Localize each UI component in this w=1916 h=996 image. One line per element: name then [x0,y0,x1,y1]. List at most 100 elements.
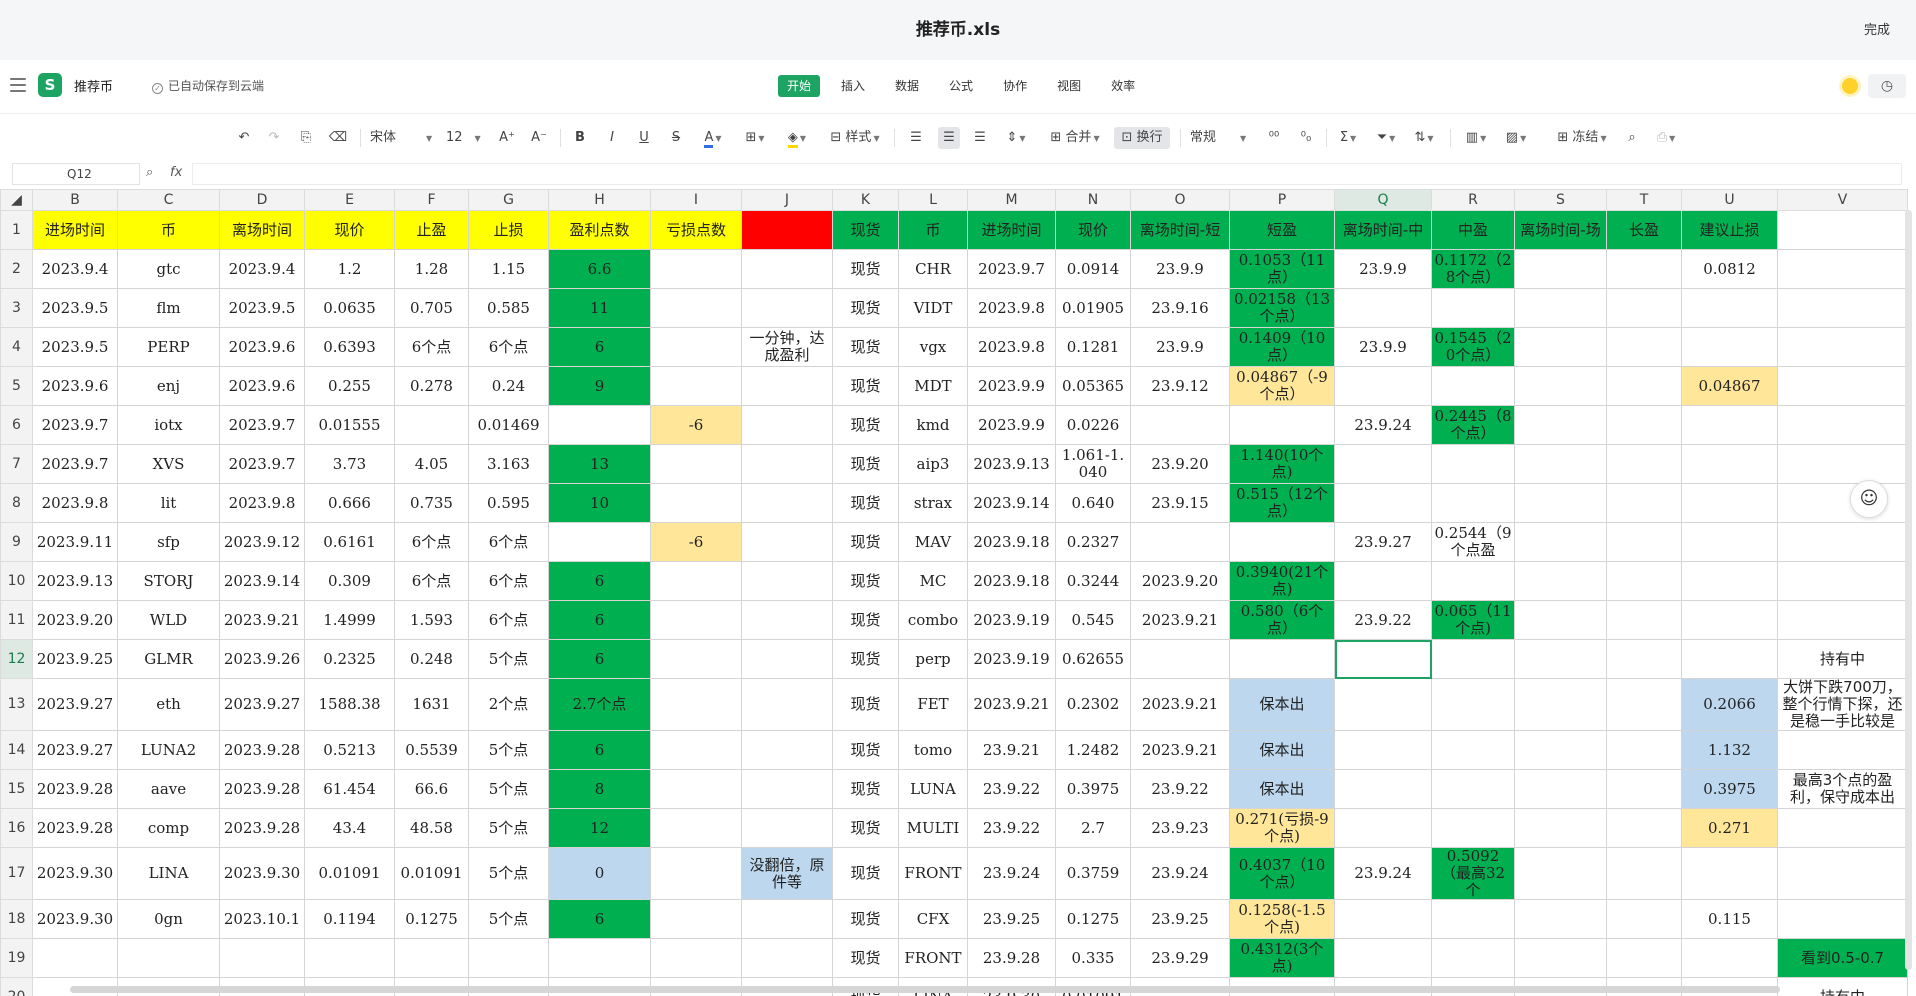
font-name-select[interactable]: 宋体 ▼ [370,127,438,149]
cell-c5[interactable]: enj [117,366,220,406]
cell-q15[interactable] [1334,769,1432,809]
cell-h6[interactable] [548,405,651,445]
cell-k1[interactable]: 现货 [832,210,899,250]
cell-h17[interactable]: 0 [548,847,651,900]
column-header-t[interactable]: T [1606,189,1682,211]
horizontal-scrollbar[interactable] [70,986,1780,993]
cell-i7[interactable] [650,444,742,484]
cell-p11[interactable]: 0.580（6个点） [1229,600,1335,640]
cell-p3[interactable]: 0.02158（13个点） [1229,288,1335,328]
cell-r14[interactable] [1431,730,1515,770]
cell-i17[interactable] [650,847,742,900]
cell-n9[interactable]: 0.2327 [1055,522,1131,562]
column-header-j[interactable]: J [741,189,833,211]
cell-v14[interactable] [1777,730,1908,770]
align-left-icon[interactable]: ☰ [906,127,926,149]
filter-icon[interactable]: ⏷ ▼ [1372,127,1400,149]
row-header-17[interactable]: 17 [0,847,33,900]
cell-d8[interactable]: 2023.9.8 [219,483,305,523]
select-all-corner[interactable]: ◢ [0,189,33,211]
search-icon[interactable]: ⌕ [1622,127,1642,149]
cell-i14[interactable] [650,730,742,770]
cell-l1[interactable]: 币 [898,210,968,250]
cell-r15[interactable] [1431,769,1515,809]
cell-q8[interactable] [1334,483,1432,523]
cell-m12[interactable]: 2023.9.19 [967,639,1056,679]
notification-icon[interactable] [1842,78,1858,94]
cell-h14[interactable]: 6 [548,730,651,770]
cell-k11[interactable]: 现货 [832,600,899,640]
cell-v17[interactable] [1777,847,1908,900]
cell-u7[interactable] [1681,444,1778,484]
cell-r16[interactable] [1431,808,1515,848]
cell-s12[interactable] [1514,639,1607,679]
cell-e7[interactable]: 3.73 [304,444,395,484]
align-right-icon[interactable]: ☰ [970,127,990,149]
cell-e5[interactable]: 0.255 [304,366,395,406]
cell-t13[interactable] [1606,678,1682,731]
cell-n3[interactable]: 0.01905 [1055,288,1131,328]
cell-v7[interactable] [1777,444,1908,484]
cell-j19[interactable] [741,938,833,978]
cell-b16[interactable]: 2023.9.28 [32,808,118,848]
done-button[interactable]: 完成 [1853,18,1900,44]
cell-v16[interactable] [1777,808,1908,848]
cell-u19[interactable] [1681,938,1778,978]
tab-data[interactable]: 数据 [886,75,928,97]
cell-h18[interactable]: 6 [548,899,651,939]
row-header-18[interactable]: 18 [0,899,33,939]
cell-reference-box[interactable]: Q12 [12,163,140,185]
cell-h7[interactable]: 13 [548,444,651,484]
tab-formula[interactable]: 公式 [940,75,982,97]
merge-button[interactable]: ⊞ 合并 ▼ [1046,127,1104,149]
cell-r9[interactable]: 0.2544（9个点盈 [1431,522,1515,562]
cell-o18[interactable]: 23.9.25 [1130,899,1230,939]
column-header-g[interactable]: G [468,189,549,211]
cell-m1[interactable]: 进场时间 [967,210,1056,250]
cell-p18[interactable]: 0.1258(-1.5个点) [1229,899,1335,939]
cell-v13[interactable]: 大饼下跌700刀，整个行情下探，还是稳一手比较是 [1777,678,1908,731]
cell-f15[interactable]: 66.6 [394,769,469,809]
cell-v18[interactable] [1777,899,1908,939]
cell-s19[interactable] [1514,938,1607,978]
decrease-decimal-icon[interactable]: ⁰₀ [1296,127,1316,149]
cell-j14[interactable] [741,730,833,770]
cell-f1[interactable]: 止盈 [394,210,469,250]
cell-h4[interactable]: 6 [548,327,651,367]
row-header-19[interactable]: 19 [0,938,33,978]
cell-c11[interactable]: WLD [117,600,220,640]
cell-e15[interactable]: 61.454 [304,769,395,809]
cell-q16[interactable] [1334,808,1432,848]
cell-c14[interactable]: LUNA2 [117,730,220,770]
cell-u11[interactable] [1681,600,1778,640]
cell-s10[interactable] [1514,561,1607,601]
cell-e18[interactable]: 0.1194 [304,899,395,939]
cell-d1[interactable]: 离场时间 [219,210,305,250]
cell-v10[interactable] [1777,561,1908,601]
fill-color-icon[interactable]: ◈ ▼ [782,127,812,149]
cell-g17[interactable]: 5个点 [468,847,549,900]
tab-efficiency[interactable]: 效率 [1102,75,1144,97]
cell-q19[interactable] [1334,938,1432,978]
cell-b7[interactable]: 2023.9.7 [32,444,118,484]
cell-b18[interactable]: 2023.9.30 [32,899,118,939]
row-header-13[interactable]: 13 [0,678,33,731]
cell-l15[interactable]: LUNA [898,769,968,809]
row-header-16[interactable]: 16 [0,808,33,848]
cell-j2[interactable] [741,249,833,289]
cell-h3[interactable]: 11 [548,288,651,328]
cell-v12[interactable]: 持有中 [1777,639,1908,679]
column-header-h[interactable]: H [548,189,651,211]
cell-d18[interactable]: 2023.10.1 [219,899,305,939]
cell-o4[interactable]: 23.9.9 [1130,327,1230,367]
cell-p16[interactable]: 0.271(亏损-9个点) [1229,808,1335,848]
cell-p8[interactable]: 0.515（12个点） [1229,483,1335,523]
cell-v15[interactable]: 最高3个点的盈利，保守成本出 [1777,769,1908,809]
cell-n1[interactable]: 现价 [1055,210,1131,250]
align-center-icon[interactable]: ☰ [938,127,960,149]
cell-f14[interactable]: 0.5539 [394,730,469,770]
cell-t7[interactable] [1606,444,1682,484]
cell-r13[interactable] [1431,678,1515,731]
cell-n13[interactable]: 0.2302 [1055,678,1131,731]
cell-c7[interactable]: XVS [117,444,220,484]
